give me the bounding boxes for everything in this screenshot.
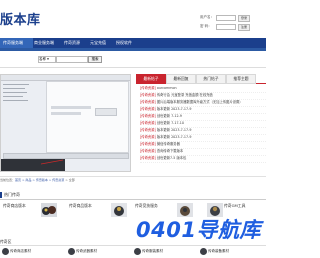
product-card[interactable]: 传奇商店版本 — [0, 201, 66, 225]
product-icon — [200, 248, 207, 255]
news-title: 微信传奇服务器 — [156, 142, 180, 146]
nav-item-server[interactable]: 传奇服务端 — [0, 38, 33, 48]
main-nav: 传奇服务端 商业服务端 传奇资源 元宝充值 授权软件 — [0, 38, 266, 48]
news-category: [传奇资源] — [140, 86, 156, 90]
news-category: [传奇资源] — [140, 149, 156, 153]
news-category: [传奇资源] — [140, 121, 156, 125]
screenshot-content-pane — [46, 81, 129, 153]
list-item — [3, 83, 43, 86]
screenshot-field — [51, 106, 91, 109]
product-label: 传奇商品版本 — [69, 203, 92, 208]
list-item — [3, 91, 43, 94]
section-heading: 热门传奇 — [0, 191, 266, 200]
news-title: 版本更新 2023-7-17-9 — [156, 128, 192, 132]
news-title: 查询传奇下载版本 — [156, 149, 184, 153]
login-box: 用户名： 登录 密 码： 注册 — [200, 12, 266, 32]
news-category: [传奇资源] — [140, 100, 156, 104]
search-input[interactable] — [56, 56, 88, 63]
product-label: 传奇武器素材 — [76, 249, 97, 253]
featured-screenshot[interactable] — [0, 74, 131, 172]
login-button[interactable]: 登录 — [238, 14, 250, 22]
chevron-down-icon: ▾ — [46, 57, 49, 61]
nav-item-resources[interactable]: 传奇资源 — [64, 38, 80, 48]
product-card[interactable]: 传奇武器素材 — [66, 248, 132, 258]
news-category: [传奇资源] — [140, 107, 156, 111]
screenshot-field — [95, 108, 117, 116]
product-label: 传奇竞技服务 — [135, 203, 158, 208]
news-list: [传奇资源] ourcommon [传奇资源] 传奇行会 元宝登录 充值金额 在… — [136, 85, 266, 170]
news-category: [传奇资源] — [140, 142, 156, 146]
username-label: 用户名： — [200, 15, 214, 19]
news-category: [传奇资源] — [140, 128, 156, 132]
register-button[interactable]: 注册 — [238, 23, 250, 31]
breadcrumb-prefix: 当前位置： — [0, 178, 16, 182]
news-tabs: 最新帖子 最新回复 热门帖子 推荐主题 — [136, 74, 266, 84]
tab-recommended[interactable]: 推荐主题 — [226, 74, 256, 84]
list-item — [3, 99, 43, 102]
username-input[interactable] — [216, 15, 236, 21]
nav-item-commercial[interactable]: 商业服务端 — [34, 38, 54, 48]
game-character-image — [111, 203, 127, 217]
password-input[interactable] — [216, 24, 236, 30]
news-title: 图片后端版本服务器数据库升级方式（无加上传图片设置） — [156, 100, 243, 104]
tab-hot-posts[interactable]: 热门帖子 — [196, 74, 226, 84]
tab-latest-replies[interactable]: 最新回复 — [166, 74, 196, 84]
section-title: 热门传奇 — [4, 192, 20, 197]
list-item — [3, 95, 43, 98]
news-title: 版本更新 2023-7-17-9 — [156, 107, 192, 111]
product-label: 传奇装备素材 — [208, 249, 229, 253]
search-button[interactable]: 搜索 — [88, 56, 102, 63]
news-title: 版本更新 2023-7-17-9 — [156, 135, 192, 139]
section-heading: 传奇区 — [0, 239, 266, 246]
news-category: [传奇资源] — [140, 156, 156, 160]
product-label: 传奇商店素材 — [10, 249, 31, 253]
section-title: 传奇区 — [0, 239, 12, 244]
tab-latest-posts[interactable]: 最新帖子 — [136, 74, 166, 84]
breadcrumb-current: 全部 — [68, 178, 75, 182]
search-type-select[interactable]: 名称 ▾ — [38, 56, 56, 63]
news-category: [传奇资源] — [140, 114, 156, 118]
product-card[interactable]: 传奇商店素材 — [0, 248, 66, 258]
search-type-value: 名称 — [39, 57, 46, 61]
arrow-icon — [40, 159, 64, 165]
site-logo[interactable]: 版本库 — [0, 13, 41, 29]
news-title: 创世更新 7-17-10 — [156, 121, 184, 125]
product-icon — [68, 248, 75, 255]
news-category: [传奇资源] — [140, 135, 156, 139]
product-label: 传奇服装素材 — [142, 249, 163, 253]
nav-subbar — [0, 48, 266, 51]
product-icon — [2, 248, 9, 255]
screenshot-field — [51, 112, 81, 115]
game-character-image — [41, 203, 57, 217]
password-label: 密 码： — [200, 24, 212, 28]
news-title: ourcommon — [156, 86, 177, 90]
screenshot-list — [1, 81, 46, 151]
news-title: 创世更新7-5 版本包 — [156, 156, 187, 160]
search-area: 名称 ▾ 搜索 — [0, 53, 266, 68]
breadcrumb-trail[interactable]: 首页 > 商品 > 传奇版本 > 传奇资源 — [15, 178, 64, 182]
product-icon — [134, 248, 141, 255]
product-label: 传奇GM工具 — [224, 203, 246, 208]
list-item[interactable]: [传奇资源] 创世更新7-5 版本包 — [140, 155, 266, 163]
product-card[interactable]: 传奇服装素材 — [132, 248, 198, 258]
list-item — [3, 87, 43, 90]
nav-item-recharge[interactable]: 元宝充值 — [90, 38, 106, 48]
product-card[interactable]: 传奇装备素材 — [198, 248, 264, 258]
nav-item-software[interactable]: 授权软件 — [116, 38, 132, 48]
product-label: 传奇商店版本 — [3, 203, 26, 208]
news-title: 传奇行会 元宝登录 充值金额 在线充值 — [156, 93, 213, 97]
section-marker — [0, 192, 2, 198]
news-category: [传奇资源] — [140, 93, 156, 97]
news-title: 创世更新 7-12-9 — [156, 114, 182, 118]
breadcrumb: 当前位置：首页 > 商品 > 传奇版本 > 传奇资源 > 全部 — [0, 176, 266, 184]
product-card[interactable]: 传奇商品版本 — [66, 201, 132, 225]
screenshot-caption-bar — [1, 159, 65, 171]
